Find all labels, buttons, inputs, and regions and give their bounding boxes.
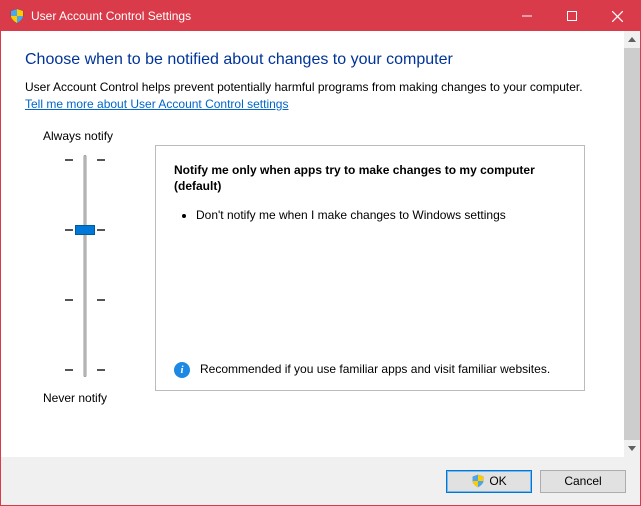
notification-slider[interactable] bbox=[55, 151, 115, 381]
recommendation-text: Recommended if you use familiar apps and… bbox=[200, 361, 550, 377]
scroll-up-button[interactable] bbox=[624, 31, 640, 48]
recommendation-row: i Recommended if you use familiar apps a… bbox=[174, 361, 566, 378]
scroll-down-button[interactable] bbox=[624, 440, 640, 457]
help-link[interactable]: Tell me more about User Account Control … bbox=[25, 97, 288, 111]
page-heading: Choose when to be notified about changes… bbox=[25, 51, 599, 69]
slider-label-top: Always notify bbox=[43, 129, 127, 143]
scroll-thumb[interactable] bbox=[624, 48, 640, 440]
vertical-scrollbar[interactable] bbox=[623, 31, 640, 457]
page-description: User Account Control helps prevent poten… bbox=[25, 79, 599, 95]
maximize-button[interactable] bbox=[549, 1, 594, 31]
slider-label-bottom: Never notify bbox=[43, 391, 127, 405]
slider-thumb[interactable] bbox=[75, 225, 95, 235]
level-heading: Notify me only when apps try to make cha… bbox=[174, 162, 566, 194]
cancel-button-label: Cancel bbox=[564, 474, 601, 488]
content-area: Choose when to be notified about changes… bbox=[1, 31, 623, 457]
level-bullet: Don't notify me when I make changes to W… bbox=[196, 207, 566, 223]
cancel-button[interactable]: Cancel bbox=[540, 470, 626, 493]
slider-track bbox=[84, 155, 87, 377]
info-icon: i bbox=[174, 362, 190, 378]
titlebar[interactable]: User Account Control Settings bbox=[1, 1, 640, 31]
minimize-button[interactable] bbox=[504, 1, 549, 31]
ok-button[interactable]: OK bbox=[446, 470, 532, 493]
scroll-track[interactable] bbox=[624, 48, 640, 440]
ok-button-label: OK bbox=[489, 474, 506, 488]
dialog-footer: OK Cancel bbox=[1, 457, 640, 505]
window-title: User Account Control Settings bbox=[31, 9, 191, 23]
uac-settings-window: User Account Control Settings Choose whe… bbox=[0, 0, 641, 506]
shield-icon bbox=[9, 8, 25, 24]
level-description-panel: Notify me only when apps try to make cha… bbox=[155, 145, 585, 391]
shield-icon bbox=[471, 474, 485, 488]
close-button[interactable] bbox=[594, 1, 640, 31]
